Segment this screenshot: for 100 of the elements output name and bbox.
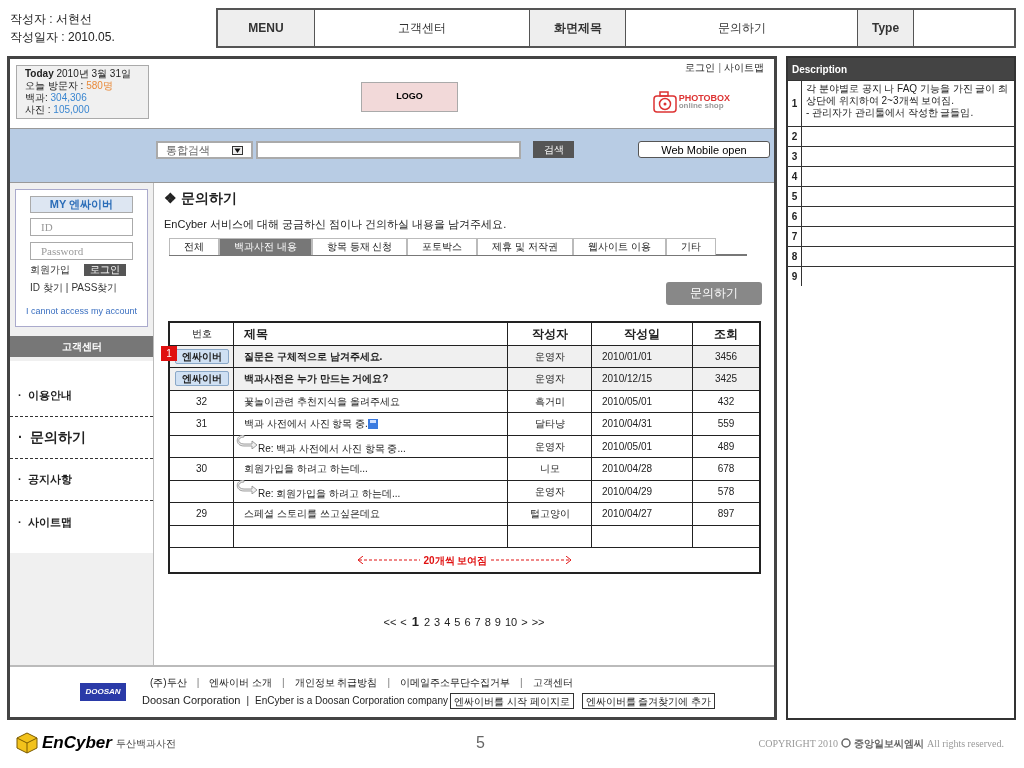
photobox-logo-text: PHOTOBOX (678, 94, 730, 102)
description-text: 각 분야별로 공지 나 FAQ 기능을 가진 글이 최상단에 위치하여 2~3개씩 보여짐. (806, 83, 1010, 107)
row-number: 9 (791, 270, 798, 284)
category-tab[interactable]: 백과사전 내용 (219, 237, 312, 255)
footer-link[interactable]: 이메일주소무단수집거부 (400, 675, 511, 691)
menu-item[interactable]: · 이용안내 (18, 387, 72, 404)
header-link[interactable]: 로그인 (685, 60, 716, 75)
notice-badge: 엔싸이버 (174, 348, 229, 364)
search-button[interactable]: 검색 (533, 141, 574, 158)
category-tab[interactable]: 포토박스 (407, 237, 478, 255)
menu-item[interactable]: · 사이트맵 (18, 513, 72, 531)
company-tagline: EnCyber is a Doosan Corporation company (255, 694, 448, 708)
views-cell-text: 559 (717, 417, 735, 432)
favorites-button[interactable]: 엔싸이버를 즐겨찾기에 추가 (581, 692, 716, 709)
category-tab[interactable]: 기타 (665, 237, 716, 255)
post-number: 29 (195, 507, 208, 522)
post-number: 31 (195, 417, 208, 432)
category-tab[interactable]: 제휴 및 저작권 (477, 237, 573, 255)
author-text: 작성자 : 서현선 (10, 11, 93, 28)
description-title: Description (788, 58, 1014, 80)
category-tab[interactable]: 웹사이트 이용 (572, 237, 666, 255)
column-header: 번호 (170, 322, 234, 345)
date-cell-text: 2010/04/29 (602, 484, 653, 499)
account-help-link[interactable]: I cannot access my account (20, 305, 143, 319)
header-link[interactable]: 사이트맵 (724, 60, 764, 75)
post-title[interactable]: 꽃놀이관련 추천지식을 올려주세요 (244, 393, 400, 409)
page-link[interactable]: 4 (443, 613, 452, 630)
page-link[interactable]: 1 (409, 612, 421, 632)
page-link[interactable]: 2 (423, 613, 432, 630)
notice-badge: 엔싸이버 (174, 371, 229, 387)
description-text: - 관리자가 관리툴에서 작성한 글들임. (806, 107, 975, 119)
articles-text: 백과: 304,306 (25, 92, 88, 104)
dropdown-icon (232, 145, 243, 155)
views-cell-text: 678 (717, 462, 735, 477)
header-label-cell: MENU (218, 10, 315, 46)
photobox-subtitle: online shop (678, 102, 725, 110)
footer-link[interactable]: 고객센터 (532, 675, 573, 691)
doosan-logo: DOOSAN (80, 683, 126, 701)
page-number: 5 (475, 733, 485, 753)
page-link[interactable]: 7 (473, 613, 482, 630)
views-cell-text: 897 (717, 507, 735, 522)
page-link[interactable]: 8 (483, 613, 492, 630)
password-field[interactable]: Password (30, 242, 133, 260)
post-title[interactable]: 스페셜 스토리를 쓰고싶은데요 (244, 506, 380, 522)
row-number: 5 (791, 190, 798, 204)
row-number: 2 (791, 130, 798, 144)
separator: | (282, 676, 285, 691)
author-cell-text: 운영자 (534, 372, 565, 387)
row-number: 7 (791, 230, 798, 244)
row-number: 8 (791, 250, 798, 264)
post-title[interactable]: 회원가입을 하려고 하는데... (244, 461, 368, 477)
date-cell-text: 2010/04/28 (602, 462, 653, 477)
date-cell-text: 2010/05/01 (602, 394, 653, 409)
login-button[interactable]: 로그인 (84, 263, 126, 276)
page-link[interactable]: >> (530, 613, 546, 630)
page-link[interactable]: << (382, 613, 398, 630)
post-title[interactable]: Re: 백과 사전에서 사진 항목 중... (258, 441, 406, 457)
column-header: 조회 (713, 325, 739, 343)
footer-link[interactable]: 엔싸이버 소개 (209, 675, 273, 691)
row-number: 1 (791, 97, 798, 111)
ask-button[interactable]: 문의하기 (666, 281, 762, 305)
author-cell-text: 운영자 (534, 349, 565, 364)
page-link[interactable]: 3 (433, 613, 442, 630)
separator: | (387, 676, 391, 691)
find-password-link[interactable]: PASS찾기 (71, 280, 118, 295)
category-tab[interactable]: 항목 등재 신청 (311, 237, 408, 255)
separator: | (718, 61, 721, 75)
search-field[interactable] (256, 141, 521, 159)
reply-arrow-icon (236, 479, 258, 494)
page-link[interactable]: > (520, 613, 529, 630)
reply-arrow-icon (236, 434, 258, 449)
search-scope-select[interactable]: 통합검색 (156, 141, 253, 159)
post-title[interactable]: 백과 사전에서 사진 항목 중. (244, 416, 368, 432)
menu-item[interactable]: · 문의하기 (18, 427, 87, 448)
row-number: 3 (791, 150, 798, 164)
column-header: 작성자 (508, 322, 592, 345)
menu-item[interactable]: · 공지사항 (18, 471, 72, 488)
page-link[interactable]: 9 (493, 613, 502, 630)
post-title[interactable]: 질문은 구체적으로 남겨주세요. (244, 348, 383, 364)
web-mobile-button[interactable]: Web Mobile open (638, 141, 770, 158)
footer-link[interactable]: (주)두산 (150, 675, 187, 691)
intro-text: EnCyber 서비스에 대해 궁금하신 점이나 건의하실 내용을 남겨주세요. (164, 217, 508, 232)
post-title[interactable]: Re: 회원가입을 하려고 하는데... (258, 486, 401, 502)
footer-link[interactable]: 개인정보 취급방침 (294, 675, 378, 691)
page-link[interactable]: 6 (463, 613, 472, 630)
page-link[interactable]: 10 (504, 613, 519, 630)
column-header: 제목 (234, 322, 508, 345)
views-cell-text: 432 (717, 394, 735, 409)
page-link[interactable]: < (399, 613, 408, 630)
separator: | (196, 676, 200, 691)
find-id-link[interactable]: ID 찾기 (30, 280, 63, 295)
id-field[interactable]: ID (30, 218, 133, 236)
header-label-cell: Type (858, 10, 914, 46)
start-page-button[interactable]: 엔싸이버를 시작 페이지로 (449, 692, 574, 709)
category-tab[interactable]: 전체 (169, 237, 219, 255)
copyright-text: COPYRIGHT 2010 (758, 736, 839, 751)
join-link[interactable]: 회원가입 (30, 262, 70, 277)
views-cell-text: 489 (717, 439, 735, 454)
page-link[interactable]: 5 (453, 613, 462, 630)
post-title[interactable]: 백과사전은 누가 만드는 거에요? (244, 371, 389, 387)
